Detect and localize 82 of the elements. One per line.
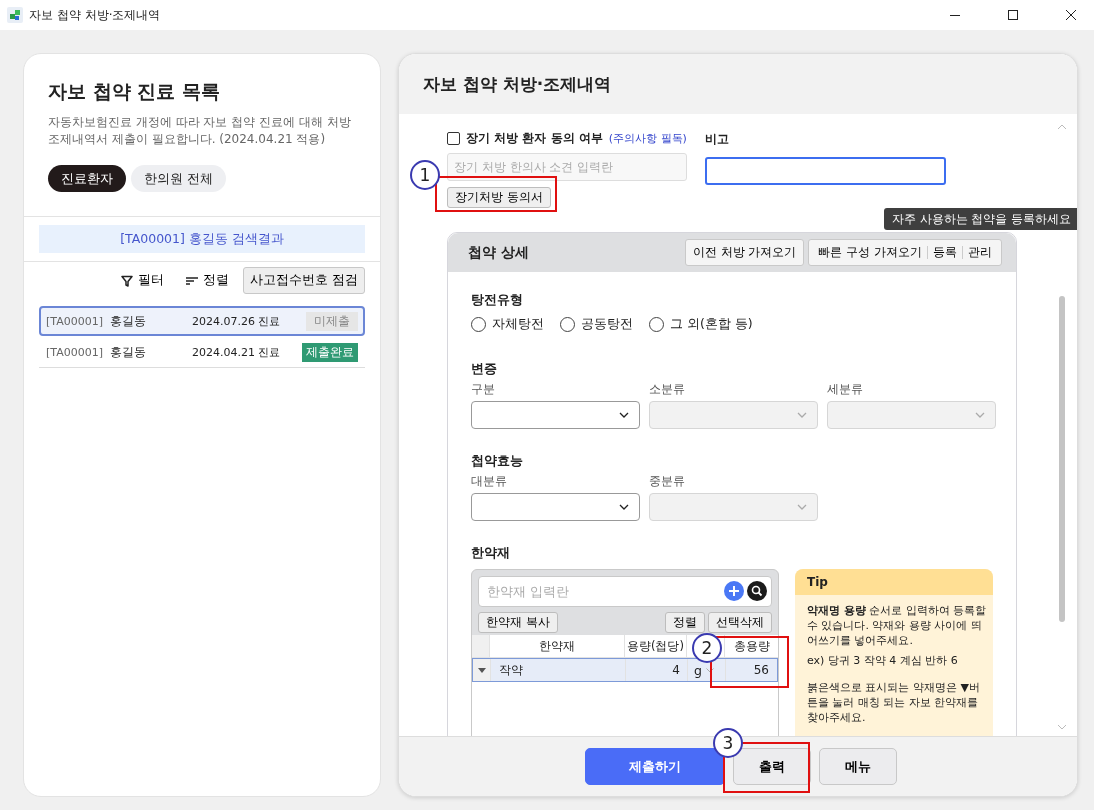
sort-button[interactable]: 정렬 [665, 612, 705, 633]
record-row[interactable]: [TA00001] 홍길동 2024.04.21 진료 제출완료 [39, 338, 365, 368]
tip-text: ex) 당귀 3 작약 4 계심 반하 6 [807, 653, 959, 668]
panel-title: 자보 첩약 처방·조제내역 [423, 73, 613, 96]
card-title: 첩약 상세 [468, 243, 529, 262]
section-title: 변증 [471, 361, 498, 378]
description-text: 자동차보험진료 개정에 따라 자보 첩약 진료에 대해 처방 조제내역서 제출이 필요합니다. (2024.04.21 적용) [48, 114, 352, 148]
dropdown[interactable] [471, 401, 640, 429]
column-header: 용량(첩당) [625, 635, 687, 657]
filter-tab[interactable]: 진료환자 [48, 165, 126, 192]
herb-search-field[interactable]: 한약재 입력란 [478, 576, 772, 607]
tooltip: 자주 사용하는 첩약을 등록하세요 [884, 208, 1077, 230]
chevron-down-icon [975, 412, 985, 418]
table-cell-text: 56 [752, 662, 770, 679]
filter-tab[interactable]: 한의원 전체 [131, 165, 227, 192]
section-title: 첩약효능 [471, 453, 524, 470]
chevron-down-icon [797, 504, 807, 510]
delete-selected-button[interactable]: 선택삭제 [708, 612, 772, 633]
sort-icon [186, 275, 198, 286]
previous-prescription-button[interactable]: 이전 처방 가져오기 [684, 239, 805, 266]
chevron-down-icon [619, 504, 629, 510]
column-header: 총용량 [732, 637, 771, 655]
visit-date: 2024.04.21 진료 [192, 345, 282, 360]
check-number-button[interactable]: 사고접수번호 점검 [243, 267, 365, 294]
consent-form-button[interactable]: 장기처방 동의서 [447, 187, 551, 208]
scroll-up-icon [1057, 124, 1067, 130]
scroll-thumb[interactable] [1059, 296, 1065, 622]
column-header: 한약재 [490, 635, 625, 657]
footer-button[interactable]: 메뉴 [819, 748, 897, 785]
chevron-down-icon [619, 412, 629, 418]
status-badge: 미제출 [306, 311, 358, 331]
copy-herbs-button[interactable]: 한약재 복사 [478, 612, 558, 633]
add-icon [724, 581, 744, 601]
chevron-down-icon [797, 412, 807, 418]
section-title: 탕전유형 [471, 292, 524, 309]
quick-action-button[interactable]: 등록 [928, 244, 962, 261]
quick-action-button[interactable]: 관리 [963, 244, 997, 261]
scroll-down-icon [1057, 724, 1067, 730]
herb-row[interactable]: 작약 4 g 56 [472, 658, 778, 682]
filter-button[interactable]: 필터 [113, 272, 172, 289]
table-cell: 작약 [491, 659, 626, 681]
tip-text: 약재명 용량 순서로 입력하여 등록할 수 있습니다. 약재와 용량 사이에 띄어쓰기를 넣어주세요. [807, 603, 987, 648]
quick-action-button[interactable]: 빠른 구성 가져오기 [813, 244, 927, 261]
search-result-banner: [TA00001] 홍길동 검색결과 [39, 225, 365, 253]
panel-title: 자보 첩약 진료 목록 [48, 79, 221, 104]
record-code: [TA00001] [46, 314, 104, 328]
patient-name: 홍길동 [110, 312, 147, 330]
app-logo-icon [7, 7, 23, 23]
notice-link[interactable]: (주의사항 필독) [608, 130, 687, 146]
record-code: [TA00001] [46, 346, 104, 359]
tip-title: Tip [795, 569, 993, 595]
remark-field[interactable] [705, 157, 946, 185]
decoction-option[interactable]: 자체탕전 [471, 316, 544, 333]
table-cell: 4 [626, 659, 688, 681]
decoction-option[interactable]: 그 외(혼합 등) [649, 316, 753, 333]
field-label: 구분 [471, 382, 496, 397]
patient-name: 홍길동 [110, 344, 147, 361]
window-title: 자보 첩약 처방·조제내역 [29, 6, 161, 24]
visit-date: 2024.07.26 진료 [192, 313, 282, 329]
consent-label: 장기 처방 환자 동의 여부 [466, 129, 603, 147]
sort-button[interactable]: 정렬 [178, 272, 237, 289]
filter-icon [121, 274, 133, 287]
field-label: 세분류 [827, 382, 864, 397]
tip-text: 붉은색으로 표시되는 약재명은 ▼버튼을 눌러 매칭 되는 자보 한약재를 찾아주세요. [807, 680, 981, 725]
record-row[interactable]: [TA00001] 홍길동 2024.07.26 진료 미제출 [39, 306, 365, 336]
dropdown-triangle-icon [477, 667, 486, 673]
remark-label: 비고 [705, 131, 730, 148]
field-label: 대분류 [471, 474, 508, 489]
field-label: 중분류 [649, 474, 686, 489]
decoction-option[interactable]: 공동탕전 [560, 316, 633, 333]
close-icon [1065, 9, 1077, 21]
row-handle[interactable] [473, 659, 491, 681]
field-label: 소분류 [649, 382, 686, 397]
footer-button[interactable]: 출력 [733, 748, 811, 785]
section-title: 한약재 [471, 545, 511, 562]
maximize-icon [1007, 9, 1019, 21]
consent-checkbox[interactable] [447, 131, 460, 145]
search-icon [747, 581, 767, 601]
chevron-down-icon [705, 667, 714, 673]
status-badge: 제출완료 [302, 343, 358, 362]
dropdown[interactable] [471, 493, 640, 521]
submit-button[interactable]: 제출하기 [585, 748, 725, 785]
